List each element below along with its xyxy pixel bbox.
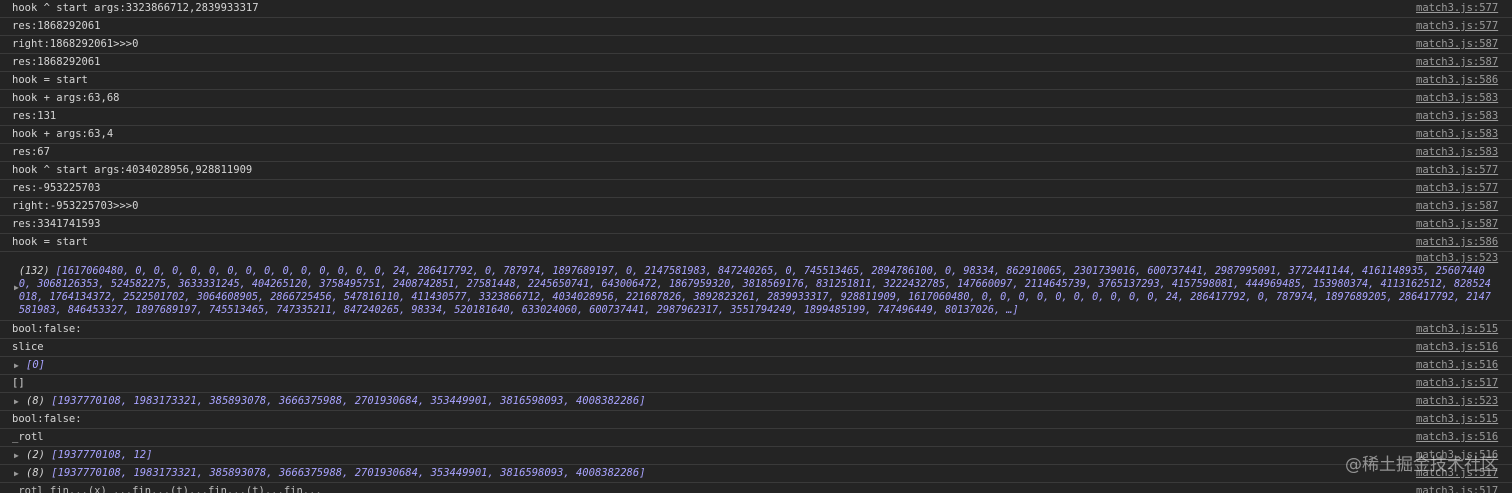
- log-message: slice: [12, 341, 44, 353]
- log-message: res:3341741593: [12, 218, 101, 230]
- console-array-row[interactable]: ▶ (8) [1937770108, 1983173321, 385893078,…: [0, 393, 1512, 411]
- log-message: _rotl: [12, 431, 44, 443]
- console-message-row: _rotl fin...(x) ...fin...(t)...fin...(t)…: [0, 483, 1512, 493]
- source-link[interactable]: match3.js:586: [1416, 72, 1498, 89]
- log-message: hook ^ start args:4034028956,928811909: [12, 164, 253, 176]
- source-link[interactable]: match3.js:587: [1416, 198, 1498, 215]
- console-message-row: hook + args:63,68 match3.js:583: [0, 90, 1512, 108]
- source-link[interactable]: match3.js:583: [1416, 126, 1498, 143]
- source-link[interactable]: match3.js:516: [1416, 357, 1498, 374]
- log-message: []: [12, 377, 25, 389]
- array-preview[interactable]: (8) [1937770108, 1983173321, 385893078, …: [26, 395, 646, 407]
- console-message-row: res:1868292061 match3.js:577: [0, 18, 1512, 36]
- console-message-row: hook ^ start args:4034028956,928811909 ma…: [0, 162, 1512, 180]
- source-link[interactable]: match3.js:516: [1416, 429, 1498, 446]
- source-link[interactable]: match3.js:583: [1416, 144, 1498, 161]
- console-message-row: right:-953225703>>>0 match3.js:587: [0, 198, 1512, 216]
- log-message: _rotl fin...(x) ...fin...(t)...fin...(t)…: [12, 485, 322, 493]
- array-preview[interactable]: (132) [1617060480, 0, 0, 0, 0, 0, 0, 0, …: [19, 265, 1496, 317]
- log-message: res:-953225703: [12, 182, 101, 194]
- log-message: bool:false:: [12, 323, 82, 335]
- source-link[interactable]: match3.js:583: [1416, 90, 1498, 107]
- source-link[interactable]: match3.js:577: [1416, 162, 1498, 179]
- console-message-row: slice match3.js:516: [0, 339, 1512, 357]
- console-array-row[interactable]: ▶ (8) [1937770108, 1983173321, 385893078,…: [0, 465, 1512, 483]
- source-link[interactable]: match3.js:515: [1416, 411, 1498, 428]
- console-message-row: right:1868292061>>>0 match3.js:587: [0, 36, 1512, 54]
- console-message-row: bool:false: match3.js:515: [0, 321, 1512, 339]
- console-message-row: res:1868292061 match3.js:587: [0, 54, 1512, 72]
- source-link[interactable]: match3.js:577: [1416, 18, 1498, 35]
- console-message-row: hook = start match3.js:586: [0, 234, 1512, 252]
- console-message-row: res:3341741593 match3.js:587: [0, 216, 1512, 234]
- source-link[interactable]: match3.js:517: [1416, 483, 1498, 493]
- log-message: hook + args:63,4: [12, 128, 114, 140]
- source-link[interactable]: match3.js:517: [1416, 375, 1498, 392]
- log-message: hook ^ start args:3323866712,2839933317: [12, 2, 259, 14]
- source-link[interactable]: match3.js:577: [1416, 0, 1498, 17]
- console-array-row[interactable]: match3.js:523 ▶ (132) [1617060480, 0, 0,…: [0, 252, 1512, 321]
- triangle-right-icon[interactable]: ▶: [14, 357, 26, 374]
- console-message-row: res:-953225703 match3.js:577: [0, 180, 1512, 198]
- log-message: res:131: [12, 110, 57, 122]
- log-message: hook + args:63,68: [12, 92, 120, 104]
- array-preview[interactable]: (8) [1937770108, 1983173321, 385893078, …: [26, 467, 646, 479]
- console-message-row: res:67 match3.js:583: [0, 144, 1512, 162]
- array-preview[interactable]: (2) [1937770108, 12]: [26, 449, 152, 461]
- devtools-console: hook ^ start args:3323866712,2839933317 m…: [0, 0, 1512, 493]
- console-message-row: hook ^ start args:3323866712,2839933317 m…: [0, 0, 1512, 18]
- source-link[interactable]: match3.js:586: [1416, 234, 1498, 251]
- log-message: res:1868292061: [12, 56, 101, 68]
- source-link[interactable]: match3.js:523: [1416, 393, 1498, 410]
- console-messages-top: hook ^ start args:3323866712,2839933317 m…: [0, 0, 1512, 252]
- log-message: hook = start: [12, 74, 88, 86]
- source-link[interactable]: match3.js:587: [1416, 216, 1498, 233]
- triangle-right-icon[interactable]: ▶: [14, 447, 26, 464]
- log-message: res:67: [12, 146, 50, 158]
- console-array-row[interactable]: ▶ [0] match3.js:516: [0, 357, 1512, 375]
- log-message: hook = start: [12, 236, 88, 248]
- source-link[interactable]: match3.js:587: [1416, 54, 1498, 71]
- source-link[interactable]: match3.js:523: [1416, 252, 1498, 265]
- console-message-row: hook = start match3.js:586: [0, 72, 1512, 90]
- source-link[interactable]: match3.js:515: [1416, 321, 1498, 338]
- source-link[interactable]: match3.js:516: [1416, 339, 1498, 356]
- console-message-row: bool:false: match3.js:515: [0, 411, 1512, 429]
- log-message: res:1868292061: [12, 20, 101, 32]
- array-preview[interactable]: [0]: [26, 359, 45, 371]
- source-link[interactable]: match3.js:517: [1416, 465, 1498, 482]
- source-link[interactable]: match3.js:516: [1416, 447, 1498, 464]
- console-message-row: _rotl match3.js:516: [0, 429, 1512, 447]
- console-message-row: hook + args:63,4 match3.js:583: [0, 126, 1512, 144]
- log-message: bool:false:: [12, 413, 82, 425]
- console-message-row: [] match3.js:517: [0, 375, 1512, 393]
- triangle-right-icon[interactable]: ▶: [14, 465, 26, 482]
- log-message: right:-953225703>>>0: [12, 200, 139, 212]
- source-link[interactable]: match3.js:583: [1416, 108, 1498, 125]
- console-message-row: res:131 match3.js:583: [0, 108, 1512, 126]
- console-messages-bottom: bool:false: match3.js:515 slice match3.js:5…: [0, 321, 1512, 483]
- console-array-row[interactable]: ▶ (2) [1937770108, 12] match3.js:516: [0, 447, 1512, 465]
- triangle-right-icon[interactable]: ▶: [14, 393, 26, 410]
- source-link[interactable]: match3.js:577: [1416, 180, 1498, 197]
- log-message: right:1868292061>>>0: [12, 38, 139, 50]
- source-link[interactable]: match3.js:587: [1416, 36, 1498, 53]
